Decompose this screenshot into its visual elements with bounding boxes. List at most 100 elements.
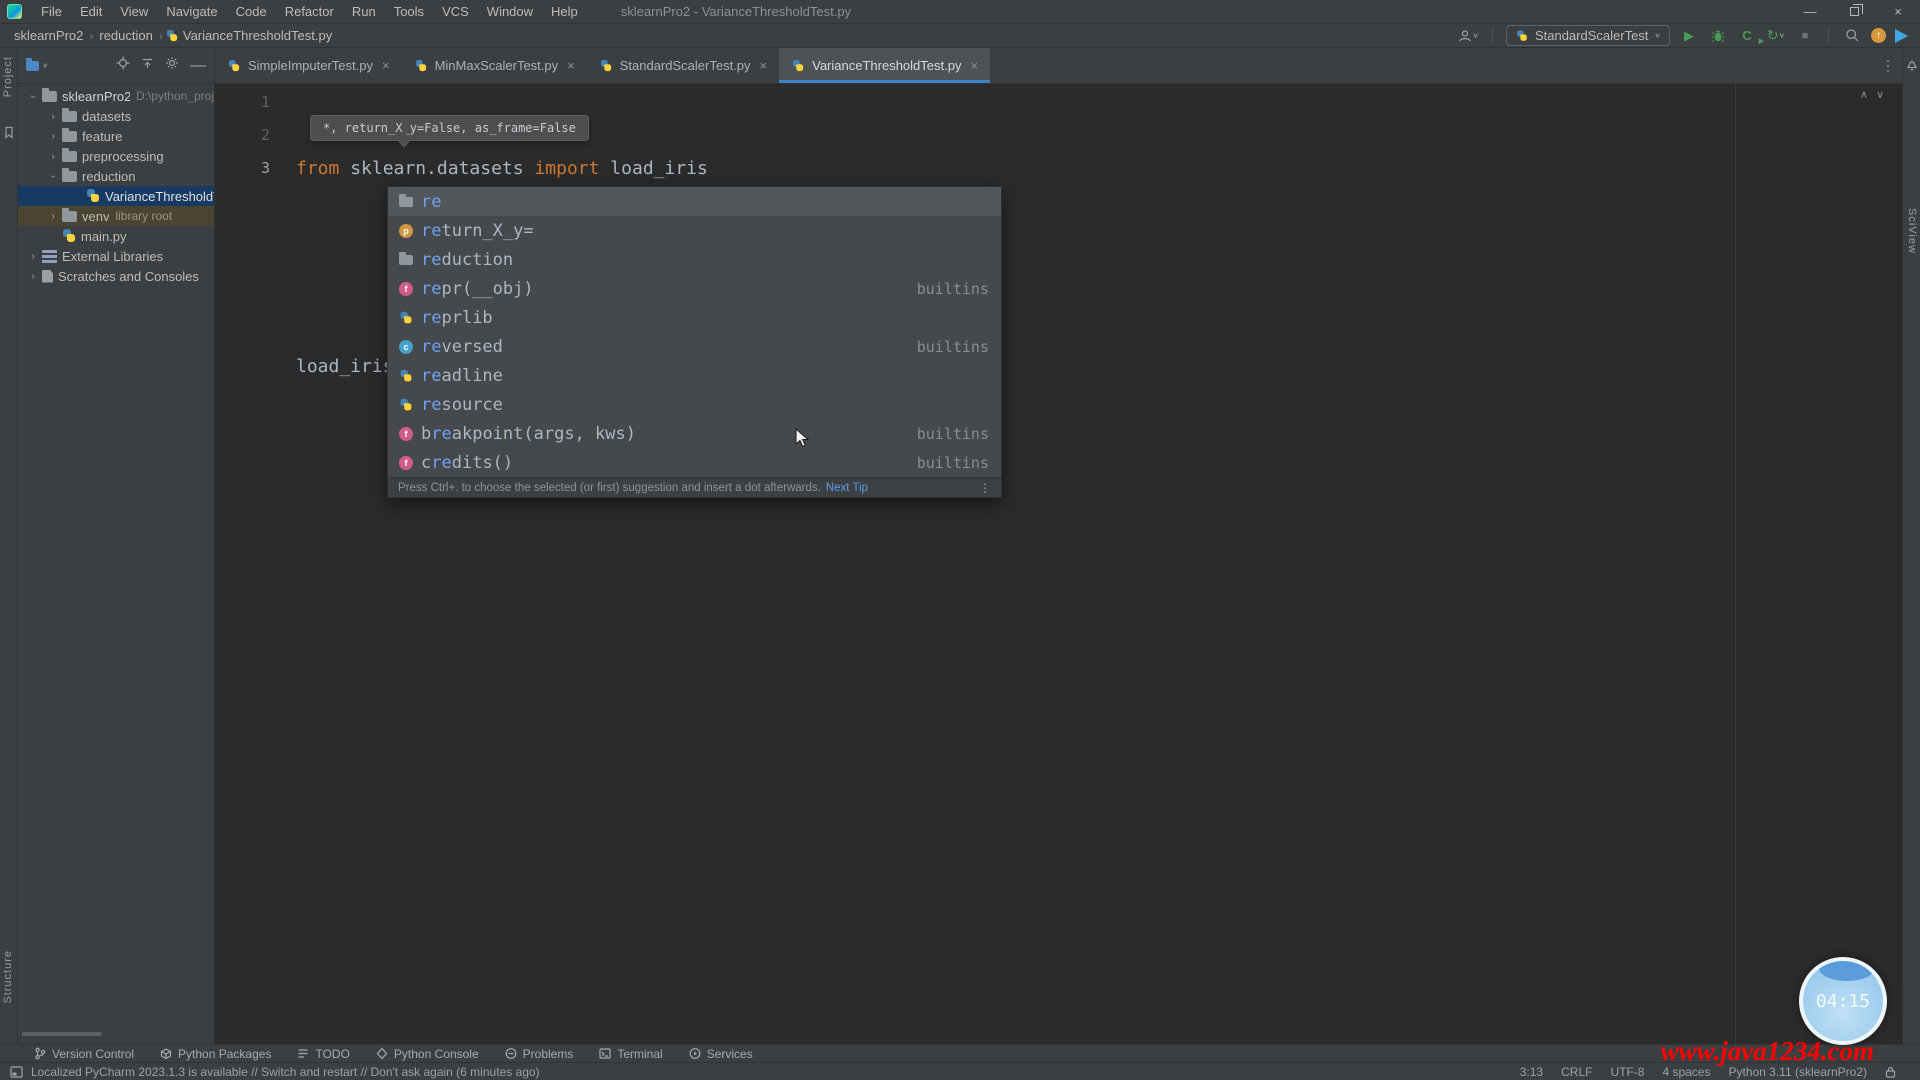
twisty-expanded-icon[interactable]: › (48, 169, 59, 183)
tab-options-icon[interactable]: ⋮ (1874, 48, 1902, 83)
completion-item-reduction[interactable]: reduction (388, 245, 1001, 274)
structure-stripe-button[interactable]: Structure (2, 950, 14, 1004)
twisty-collapsed-icon[interactable]: › (46, 211, 60, 222)
prev-problem-icon[interactable]: ∧ (1860, 88, 1868, 101)
run-config-selector[interactable]: StandardScalerTest ∨ (1506, 25, 1670, 46)
tree-row-external-libraries[interactable]: › External Libraries (18, 246, 214, 266)
tree-row-feature[interactable]: › feature (18, 126, 214, 146)
menu-file[interactable]: File (32, 1, 71, 22)
tree-row-main-py[interactable]: main.py (18, 226, 214, 246)
menu-window[interactable]: Window (478, 1, 542, 22)
next-problem-icon[interactable]: ∨ (1876, 88, 1884, 101)
completion-item-reversed[interactable]: c reversed builtins (388, 332, 1001, 361)
completion-item-readline[interactable]: readline (388, 361, 1001, 390)
project-view-selector[interactable]: ∨ (26, 60, 49, 71)
file-encoding[interactable]: UTF-8 (1610, 1065, 1644, 1079)
notifications-bell-icon[interactable] (1906, 58, 1918, 76)
twisty-collapsed-icon[interactable]: › (26, 271, 40, 282)
completion-origin: builtins (917, 454, 989, 472)
function-icon: f (398, 426, 414, 442)
next-tip-link[interactable]: Next Tip (826, 482, 868, 494)
tab-variancethresholdtest[interactable]: VarianceThresholdTest.py × (779, 48, 990, 83)
sciview-stripe-button[interactable]: SciView (1906, 208, 1918, 254)
collapse-all-icon[interactable] (141, 57, 154, 75)
function-icon: f (398, 281, 414, 297)
menu-edit[interactable]: Edit (71, 1, 111, 22)
menu-view[interactable]: View (111, 1, 157, 22)
services-button[interactable]: Services (689, 1047, 753, 1061)
completion-item-resource[interactable]: resource (388, 390, 1001, 419)
completion-item-breakpoint[interactable]: f breakpoint(args, kws) builtins (388, 419, 1001, 448)
tab-simpleimputertest[interactable]: SimpleImputerTest.py × (215, 48, 402, 83)
debug-button[interactable] (1708, 26, 1728, 46)
breadcrumb-file[interactable]: VarianceThresholdTest.py (179, 26, 336, 45)
menu-tools[interactable]: Tools (385, 1, 433, 22)
todo-button[interactable]: TODO (297, 1047, 349, 1061)
problems-button[interactable]: Problems (505, 1047, 574, 1061)
code-line-1: from sklearn.datasets import load_iris (296, 152, 708, 185)
tree-row-variancethresholdtest[interactable]: VarianceThresholdT (18, 186, 214, 206)
menu-help[interactable]: Help (542, 1, 587, 22)
run-with-coverage-button[interactable]: C (1737, 26, 1757, 46)
tree-row-venv[interactable]: › venv library root (18, 206, 214, 226)
folder-icon (62, 171, 77, 182)
twisty-collapsed-icon[interactable]: › (26, 251, 40, 262)
horizontal-scrollbar[interactable] (22, 1032, 102, 1036)
python-file-icon (166, 30, 178, 42)
restore-button[interactable] (1832, 0, 1876, 23)
menu-refactor[interactable]: Refactor (276, 1, 343, 22)
run-button[interactable]: ▶ (1679, 26, 1699, 46)
breadcrumb-folder[interactable]: reduction (95, 26, 156, 45)
completion-item-return-x-y[interactable]: p return_X_y= (388, 216, 1001, 245)
close-icon[interactable]: × (970, 58, 978, 73)
line-ending[interactable]: CRLF (1561, 1065, 1592, 1079)
completion-item-credits[interactable]: f credits() builtins (388, 448, 1001, 477)
stop-button[interactable]: ■ (1795, 26, 1815, 46)
twisty-expanded-icon[interactable]: › (28, 89, 39, 103)
close-icon[interactable]: × (760, 58, 768, 73)
menu-code[interactable]: Code (227, 1, 276, 22)
tab-minmaxscalertest[interactable]: MinMaxScalerTest.py × (402, 48, 587, 83)
tree-item-label: VarianceThresholdT (105, 189, 214, 204)
close-icon[interactable]: × (567, 58, 575, 73)
readonly-lock-icon[interactable] (1885, 1066, 1896, 1078)
rerun-button[interactable]: ↻ ∨ (1766, 26, 1786, 46)
tab-label: SimpleImputerTest.py (248, 58, 373, 73)
completion-item-repr[interactable]: f repr(__obj) builtins (388, 274, 1001, 303)
select-opened-file-icon[interactable] (116, 56, 130, 75)
close-button[interactable]: × (1876, 0, 1920, 23)
search-everywhere-icon[interactable] (1842, 26, 1862, 46)
close-icon[interactable]: × (382, 58, 390, 73)
tab-standardscalertest[interactable]: StandardScalerTest.py × (587, 48, 779, 83)
python-packages-button[interactable]: Python Packages (160, 1047, 271, 1061)
terminal-button[interactable]: Terminal (599, 1047, 662, 1061)
version-control-button[interactable]: Version Control (34, 1047, 134, 1061)
breadcrumb-project[interactable]: sklearnPro2 (10, 26, 87, 45)
status-message[interactable]: Localized PyCharm 2023.1.3 is available … (31, 1065, 540, 1079)
tree-row-preprocessing[interactable]: › preprocessing (18, 146, 214, 166)
twisty-collapsed-icon[interactable]: › (46, 151, 60, 162)
menu-navigate[interactable]: Navigate (157, 1, 226, 22)
settings-gear-icon[interactable] (165, 56, 179, 75)
completion-item-reprlib[interactable]: reprlib (388, 303, 1001, 332)
menu-run[interactable]: Run (343, 1, 385, 22)
user-account-icon[interactable]: ∨ (1458, 26, 1479, 46)
minimize-button[interactable]: — (1788, 0, 1832, 23)
project-stripe-button[interactable]: Project (2, 56, 14, 97)
completion-item-re[interactable]: re (388, 187, 1001, 216)
ide-plugin-icon[interactable] (1895, 29, 1908, 43)
twisty-collapsed-icon[interactable]: › (46, 111, 60, 122)
more-options-icon[interactable]: ⋮ (979, 481, 991, 495)
tree-row-project-root[interactable]: › sklearnPro2 D:\python_proj (18, 86, 214, 106)
tree-row-scratches[interactable]: › Scratches and Consoles (18, 266, 214, 286)
twisty-collapsed-icon[interactable]: › (46, 131, 60, 142)
tool-window-toggle-icon[interactable] (10, 1066, 23, 1078)
bookmark-icon[interactable] (3, 126, 15, 144)
caret-position[interactable]: 3:13 (1520, 1065, 1543, 1079)
hide-panel-icon[interactable]: — (190, 57, 206, 75)
tree-row-reduction[interactable]: › reduction (18, 166, 214, 186)
update-available-icon[interactable]: ↑ (1871, 28, 1886, 43)
python-console-button[interactable]: Python Console (376, 1047, 479, 1061)
menu-vcs[interactable]: VCS (433, 1, 478, 22)
tree-row-datasets[interactable]: › datasets (18, 106, 214, 126)
